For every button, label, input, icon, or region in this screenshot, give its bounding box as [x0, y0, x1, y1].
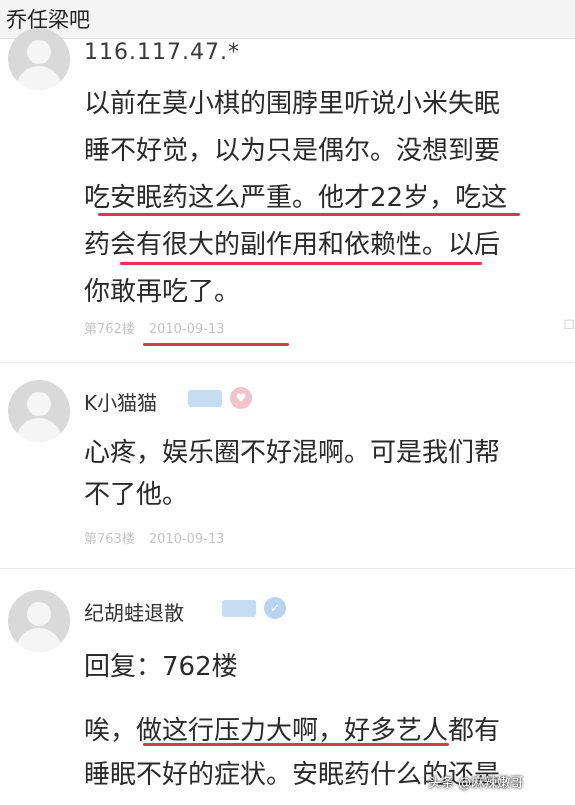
floor-number: 第762楼 [84, 322, 135, 337]
avatar[interactable] [8, 28, 70, 90]
post-line: 以前在莫小棋的围脖里听说小米失眠 [84, 89, 501, 119]
user-ip: 116.117.47.* [84, 40, 240, 65]
post-line: 回复：762楼 [84, 652, 238, 682]
top-bar: 乔任梁吧 [0, 0, 575, 39]
highlight-underline [98, 213, 520, 216]
post-date: 2010-09-13 [148, 532, 225, 547]
post-date: 2010-09-13 [148, 322, 225, 337]
post-line: 唉，做这行压力大啊，好多艺人都有 [84, 716, 501, 746]
level-badge [188, 390, 222, 407]
highlight-underline [120, 262, 482, 265]
divider [0, 362, 575, 363]
post-meta: 第762楼 2010-09-13 [84, 318, 238, 337]
post-line: 你敢再吃了。 [84, 277, 241, 307]
avatar[interactable] [8, 380, 70, 442]
highlight-underline [143, 743, 449, 746]
badge-icon: ✓ [264, 597, 286, 619]
level-badge [222, 600, 256, 617]
post-line: 心疼，娱乐圈不好混啊。可是我们帮 [84, 438, 501, 468]
watermark: 头条 @麻辣嫩哥 [428, 776, 524, 791]
post-line: 睡不好觉，以为只是偶尔。没想到要 [84, 136, 501, 166]
floor-number: 第763楼 [84, 532, 135, 547]
avatar[interactable] [8, 590, 70, 652]
post-line: 不了他。 [84, 480, 189, 510]
username[interactable]: K小猫猫 [84, 387, 157, 416]
divider [0, 568, 575, 569]
username[interactable]: 纪胡蛙退散 [84, 597, 184, 626]
post-meta: 第763楼 2010-09-13 [84, 528, 238, 547]
reply-icon[interactable]: ◻ [563, 316, 575, 332]
heart-icon: ♥ [230, 387, 252, 409]
highlight-underline [143, 343, 289, 346]
